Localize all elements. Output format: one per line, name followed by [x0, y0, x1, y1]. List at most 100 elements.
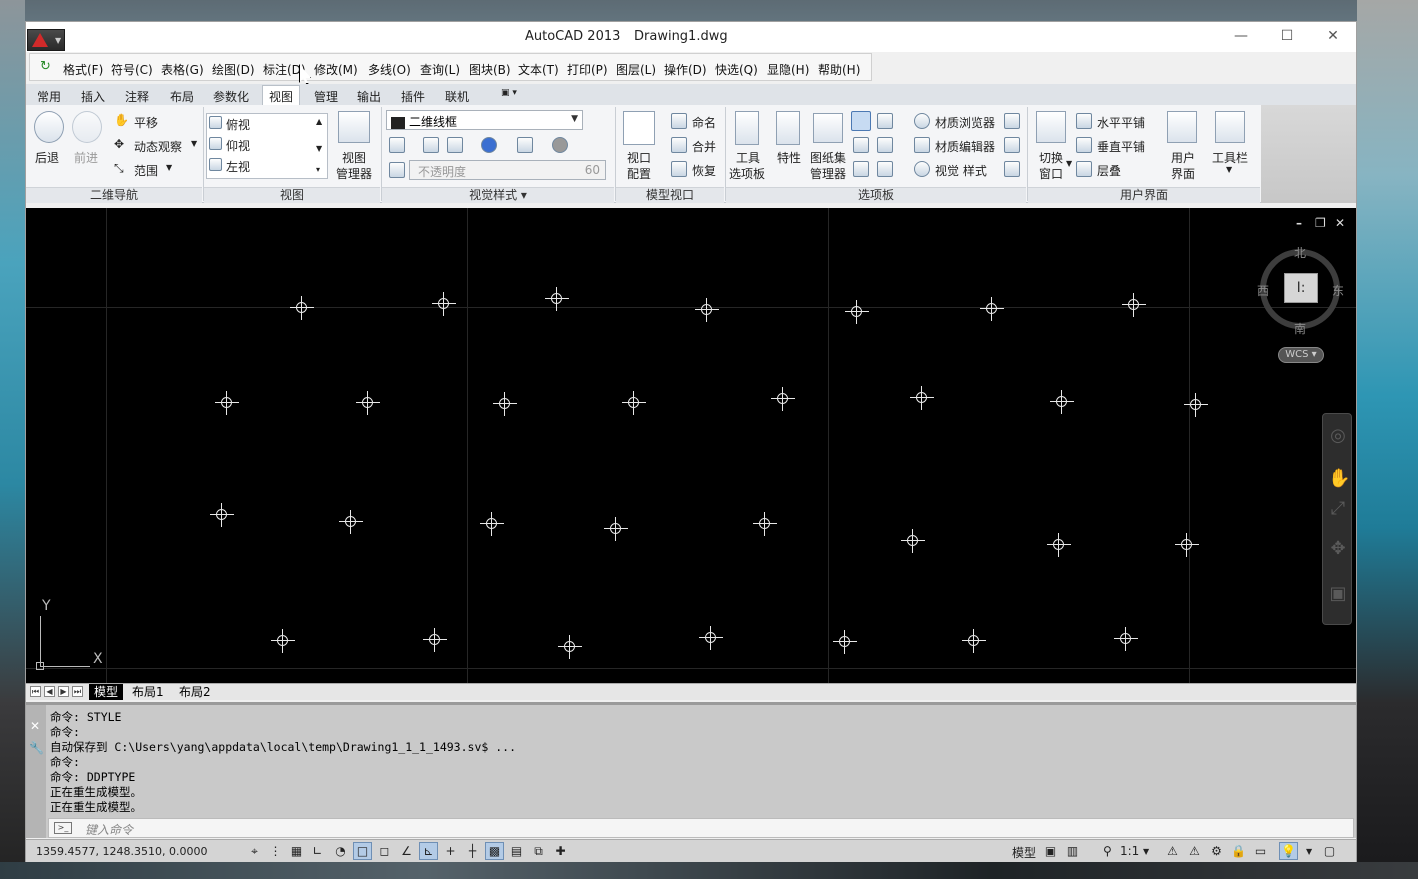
- viewcube-face[interactable]: I:: [1284, 273, 1318, 303]
- extents-icon[interactable]: ⤡: [114, 161, 124, 176]
- dynamic-input-icon[interactable]: +: [441, 842, 460, 860]
- point-marker[interactable]: [423, 628, 447, 652]
- infer-constraints-icon[interactable]: ⌖: [245, 842, 264, 860]
- menu-draw[interactable]: 绘图(D): [212, 61, 255, 78]
- tab-plugins[interactable]: 插件: [401, 88, 425, 105]
- viewport-config-label-1[interactable]: 视口: [627, 149, 651, 166]
- named-viewports-icon[interactable]: [671, 113, 687, 129]
- tile-horizontal-icon[interactable]: [1076, 113, 1092, 129]
- status-menu-icon[interactable]: ▼: [1306, 847, 1312, 856]
- menu-showhide[interactable]: 显隐(H): [767, 61, 809, 78]
- clean-screen-icon[interactable]: ▢: [1320, 842, 1339, 860]
- material-editor-icon[interactable]: [914, 137, 930, 153]
- edge-style-icon[interactable]: [447, 137, 463, 153]
- tab-insert[interactable]: 插入: [81, 88, 105, 105]
- polar-tracking-icon[interactable]: ◔: [331, 842, 350, 860]
- point-marker[interactable]: [493, 392, 517, 416]
- switch-window-label-1[interactable]: 切换: [1039, 149, 1063, 166]
- viewport-config-icon[interactable]: [623, 111, 655, 145]
- viewport-config-label-2[interactable]: 配置: [627, 165, 651, 182]
- minimize-button[interactable]: —: [1218, 25, 1264, 49]
- tile-horizontal-label[interactable]: 水平平铺: [1097, 114, 1145, 131]
- design-center-icon[interactable]: [853, 137, 869, 153]
- tab-view[interactable]: 视图: [262, 85, 301, 105]
- isolate-objects-icon[interactable]: 💡: [1279, 842, 1298, 860]
- point-marker[interactable]: [480, 512, 504, 536]
- point-marker[interactable]: [432, 292, 456, 316]
- wrench-icon[interactable]: 🔧: [29, 741, 44, 755]
- xray-icon[interactable]: [423, 137, 439, 153]
- command-input[interactable]: >_ 键入命令: [48, 818, 1354, 838]
- properties-icon[interactable]: [776, 111, 800, 145]
- visual-style-select[interactable]: 二维线框 ▼: [386, 110, 583, 130]
- quick-view-layouts-icon[interactable]: ▣: [1041, 842, 1060, 860]
- annotation-scale-icon[interactable]: ⚲: [1103, 844, 1112, 858]
- sheet-set-label-1[interactable]: 图纸集: [810, 149, 846, 166]
- annotation-visibility-icon[interactable]: ⚠: [1163, 842, 1182, 860]
- menu-table[interactable]: 表格(G): [161, 61, 204, 78]
- tab-annotate[interactable]: 注释: [125, 88, 149, 105]
- join-viewports-icon[interactable]: [671, 137, 687, 153]
- dynamic-ucs-icon[interactable]: ⊾: [419, 842, 438, 860]
- first-tab-icon[interactable]: ⏮: [30, 686, 41, 697]
- tile-vertical-icon[interactable]: [1076, 137, 1092, 153]
- scroll-up-icon[interactable]: ▲: [316, 117, 322, 126]
- cascade-icon[interactable]: [1076, 161, 1092, 177]
- lineweight-icon[interactable]: ┼: [463, 842, 482, 860]
- showmotion-icon[interactable]: ▣: [1328, 584, 1348, 604]
- point-marker[interactable]: [1114, 627, 1138, 651]
- hardware-accel-icon[interactable]: ▭: [1251, 842, 1270, 860]
- user-interface-label-2[interactable]: 界面: [1171, 165, 1195, 182]
- sun-icon[interactable]: [1004, 137, 1020, 153]
- point-marker[interactable]: [271, 629, 295, 653]
- ribbon-minimize-icon[interactable]: ▣ ▾: [501, 88, 517, 98]
- point-marker[interactable]: [845, 300, 869, 324]
- back-icon[interactable]: [34, 111, 64, 143]
- scroll-down-icon[interactable]: ▼: [316, 144, 322, 153]
- snap-mode-icon[interactable]: ⋮: [266, 842, 285, 860]
- 3d-osnap-icon[interactable]: ◻: [375, 842, 394, 860]
- calculator-icon[interactable]: [877, 137, 893, 153]
- cascade-label[interactable]: 层叠: [1097, 162, 1121, 179]
- orbit-dropdown-icon[interactable]: ▼: [191, 139, 197, 148]
- compass-south[interactable]: 南: [1294, 320, 1306, 337]
- point-marker[interactable]: [622, 391, 646, 415]
- tab-layout1[interactable]: 布局1: [127, 684, 169, 700]
- join-viewports-label[interactable]: 合并: [692, 138, 716, 155]
- point-marker[interactable]: [910, 386, 934, 410]
- dbconnect-icon[interactable]: [877, 161, 893, 177]
- point-marker[interactable]: [356, 391, 380, 415]
- point-marker[interactable]: [753, 512, 777, 536]
- point-marker[interactable]: [1050, 390, 1074, 414]
- point-marker[interactable]: [695, 298, 719, 322]
- menu-modify[interactable]: 修改(M): [314, 61, 358, 78]
- zoom-extents-icon[interactable]: ⤢: [1328, 499, 1348, 519]
- point-marker[interactable]: [290, 296, 314, 320]
- view-manager-label-2[interactable]: 管理器: [336, 165, 372, 182]
- tab-manage[interactable]: 管理: [314, 88, 338, 105]
- tab-home[interactable]: 常用: [37, 88, 61, 105]
- workspace-icon[interactable]: ⚙: [1207, 842, 1226, 860]
- toolbars-label[interactable]: 工具栏: [1212, 149, 1248, 166]
- pan-icon[interactable]: ✋: [1328, 469, 1350, 489]
- shading-icon[interactable]: [389, 137, 405, 153]
- sheet-set-label-2[interactable]: 管理器: [810, 165, 846, 182]
- orbit-label[interactable]: 动态观察: [134, 138, 182, 155]
- last-tab-icon[interactable]: ⏭: [72, 686, 83, 697]
- material-editor-label[interactable]: 材质编辑器: [935, 138, 995, 155]
- user-interface-label-1[interactable]: 用户: [1171, 149, 1195, 166]
- point-marker[interactable]: [339, 510, 363, 534]
- point-marker[interactable]: [1047, 533, 1071, 557]
- view-bottom[interactable]: 仰视: [226, 137, 250, 154]
- prev-tab-icon[interactable]: ◀: [44, 686, 55, 697]
- visual-styles-manager-icon[interactable]: [914, 161, 930, 177]
- switch-window-label-2[interactable]: 窗口: [1039, 165, 1063, 182]
- close-button[interactable]: ✕: [1310, 25, 1356, 49]
- view-manager-icon[interactable]: [338, 111, 370, 143]
- restore-viewport-label[interactable]: 恢复: [692, 162, 716, 179]
- toolbars-icon[interactable]: [1215, 111, 1245, 143]
- menu-layer[interactable]: 图层(L): [616, 61, 656, 78]
- menu-symbol[interactable]: 符号(C): [111, 61, 153, 78]
- lighting-icon[interactable]: [481, 137, 497, 153]
- extents-label[interactable]: 范围: [134, 162, 158, 179]
